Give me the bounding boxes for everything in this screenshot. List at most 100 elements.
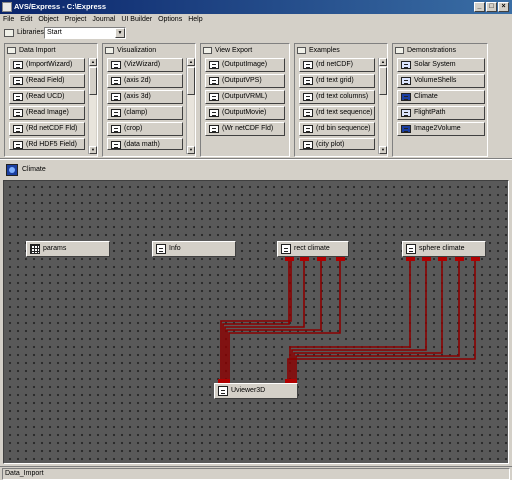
menu-ui-builder[interactable]: UI Builder (118, 14, 155, 26)
library-item[interactable]: (OutputImage) (205, 58, 285, 72)
node-sphere-climate[interactable]: sphere climate (402, 241, 486, 257)
library-item[interactable]: (axis 2d) (107, 74, 183, 88)
panel-data-import: Data Import (ImportWizard) (Read Field) … (4, 43, 98, 157)
folder-icon (395, 46, 404, 54)
node-info[interactable]: Info (152, 241, 236, 257)
module-icon (209, 125, 219, 133)
library-item[interactable]: (OutputVRML) (205, 90, 285, 104)
library-item-label: (Read Image) (26, 109, 69, 116)
library-item[interactable]: (VizWizard) (107, 58, 183, 72)
node-rect-climate[interactable]: rect climate (277, 241, 349, 257)
panel-title: Examples (309, 47, 340, 54)
library-item[interactable]: (rd bin sequence) (299, 122, 375, 136)
scrollbar[interactable]: ▲ ▼ (378, 58, 387, 154)
module-icon (303, 141, 313, 149)
library-item[interactable]: (crop) (107, 122, 183, 136)
library-item-label: (rd bin sequence) (316, 125, 371, 132)
scroll-up-icon[interactable]: ▲ (187, 58, 195, 66)
library-item-label: (OutputVPS) (222, 77, 262, 84)
library-item[interactable]: (rd text grid) (299, 74, 375, 88)
demo-item-image2volume[interactable]: Image2Volume (397, 122, 485, 136)
library-item[interactable]: (data math) (107, 138, 183, 150)
scroll-thumb[interactable] (379, 67, 387, 95)
node-params[interactable]: params (26, 241, 110, 257)
library-item-label: (OutputMovie) (222, 109, 267, 116)
libraries-label: Libraries (17, 29, 44, 36)
demo-item-flightpath[interactable]: FlightPath (397, 106, 485, 120)
scrollbar[interactable]: ▲ ▼ (88, 58, 97, 154)
library-item[interactable]: (Wr netCDF Fld) (205, 122, 285, 136)
node-label: Uviewer3D (231, 387, 266, 394)
minimize-button[interactable]: _ (474, 2, 485, 12)
library-item-label: (ImportWizard) (26, 61, 73, 68)
scroll-down-icon[interactable]: ▼ (187, 146, 195, 154)
title-bar: AVS/Express - C:\Express _ □ × (0, 0, 512, 14)
network-wires (218, 255, 480, 399)
sphere-climate-wires (287, 261, 476, 381)
menu-object[interactable]: Object (35, 14, 61, 26)
module-icon (13, 141, 23, 149)
demo-item-climate[interactable]: Climate (397, 90, 485, 104)
module-icon (111, 77, 121, 85)
menu-bar: File Edit Object Project Journal UI Builder Op… (0, 14, 512, 26)
module-icon (303, 125, 313, 133)
library-item-label: (OutputImage) (222, 61, 268, 68)
library-item[interactable]: (rd text columns) (299, 90, 375, 104)
volumeshells-icon (401, 77, 411, 85)
library-item[interactable]: (Read UCD) (9, 90, 85, 104)
folder-icon (4, 29, 14, 37)
scroll-thumb[interactable] (187, 67, 195, 95)
library-item[interactable]: (clamp) (107, 106, 183, 120)
library-item-label: (rd text grid) (316, 77, 354, 84)
menu-edit[interactable]: Edit (17, 14, 35, 26)
scroll-up-icon[interactable]: ▲ (379, 58, 387, 66)
libraries-select[interactable]: Start ▼ (44, 27, 126, 39)
library-item[interactable]: (rd text sequence) (299, 106, 375, 120)
library-item[interactable]: (OutputVPS) (205, 74, 285, 88)
scroll-down-icon[interactable]: ▼ (379, 146, 387, 154)
library-item-label: (clamp) (124, 109, 148, 116)
module-icon (13, 93, 23, 101)
demo-item-solar-system[interactable]: Solar System (397, 58, 485, 72)
module-icon (209, 93, 219, 101)
library-item[interactable]: (Read Image) (9, 106, 85, 120)
menu-journal[interactable]: Journal (89, 14, 118, 26)
network-editor-canvas[interactable]: params Info rect climate sphere climate … (3, 180, 509, 464)
menu-help[interactable]: Help (185, 14, 205, 26)
library-item-label: VolumeShells (414, 77, 457, 84)
menu-project[interactable]: Project (62, 14, 90, 26)
node-label: rect climate (294, 245, 330, 252)
demo-item-volumeshells[interactable]: VolumeShells (397, 74, 485, 88)
library-item-label: (Wr netCDF Fld) (222, 125, 274, 132)
climate-icon[interactable] (6, 164, 18, 176)
module-icon (209, 77, 219, 85)
library-item[interactable]: (city plot) (299, 138, 375, 150)
library-item[interactable]: (ImportWizard) (9, 58, 85, 72)
node-label: sphere climate (419, 245, 465, 252)
scroll-down-icon[interactable]: ▼ (89, 146, 97, 154)
chevron-down-icon[interactable]: ▼ (115, 28, 125, 38)
scroll-up-icon[interactable]: ▲ (89, 58, 97, 66)
module-icon (303, 109, 313, 117)
library-item[interactable]: (Rd HDF5 Field) (9, 138, 85, 150)
maximize-button[interactable]: □ (486, 2, 497, 12)
menu-options[interactable]: Options (155, 14, 185, 26)
close-button[interactable]: × (498, 2, 509, 12)
library-item-label: (rd text columns) (316, 93, 369, 100)
library-item-label: (Read UCD) (26, 93, 65, 100)
library-item-label: (rd text sequence) (316, 109, 373, 116)
library-item[interactable]: (Read Field) (9, 74, 85, 88)
library-item[interactable]: (axis 3d) (107, 90, 183, 104)
library-item-label: (crop) (124, 125, 143, 132)
libraries-bar: Libraries Start ▼ (0, 26, 512, 40)
status-bar: Data_Import (0, 466, 512, 480)
node-label: Info (169, 245, 181, 252)
node-uviewer3d[interactable]: Uviewer3D (214, 383, 298, 399)
module-icon (111, 109, 121, 117)
library-item[interactable]: (OutputMovie) (205, 106, 285, 120)
library-item[interactable]: (Rd netCDF Fld) (9, 122, 85, 136)
scrollbar[interactable]: ▲ ▼ (186, 58, 195, 154)
scroll-thumb[interactable] (89, 67, 97, 95)
library-item[interactable]: (rd netCDF) (299, 58, 375, 72)
menu-file[interactable]: File (0, 14, 17, 26)
